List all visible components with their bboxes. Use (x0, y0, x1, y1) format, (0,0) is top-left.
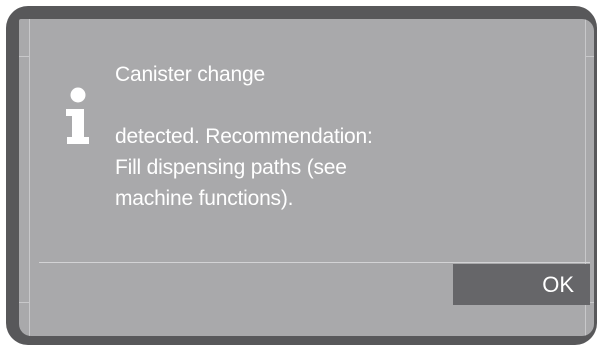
frame-tick (19, 56, 29, 57)
dialog-message: Canister change detected. Recommendation… (115, 59, 535, 214)
frame-tick (585, 56, 594, 57)
message-line: Fill dispensing paths (see (115, 156, 347, 179)
button-bar-divider (39, 262, 590, 263)
frame-line-left (29, 19, 30, 336)
dialog-screen: Canister change detected. Recommendation… (19, 19, 594, 336)
message-spacer (115, 90, 535, 121)
ok-button[interactable]: OK (453, 264, 590, 305)
message-line: machine functions). (115, 187, 294, 210)
frame-tick (19, 302, 29, 303)
info-icon (66, 87, 89, 144)
message-line: Canister change (115, 63, 265, 86)
message-line: detected. Recommendation: (115, 125, 373, 148)
